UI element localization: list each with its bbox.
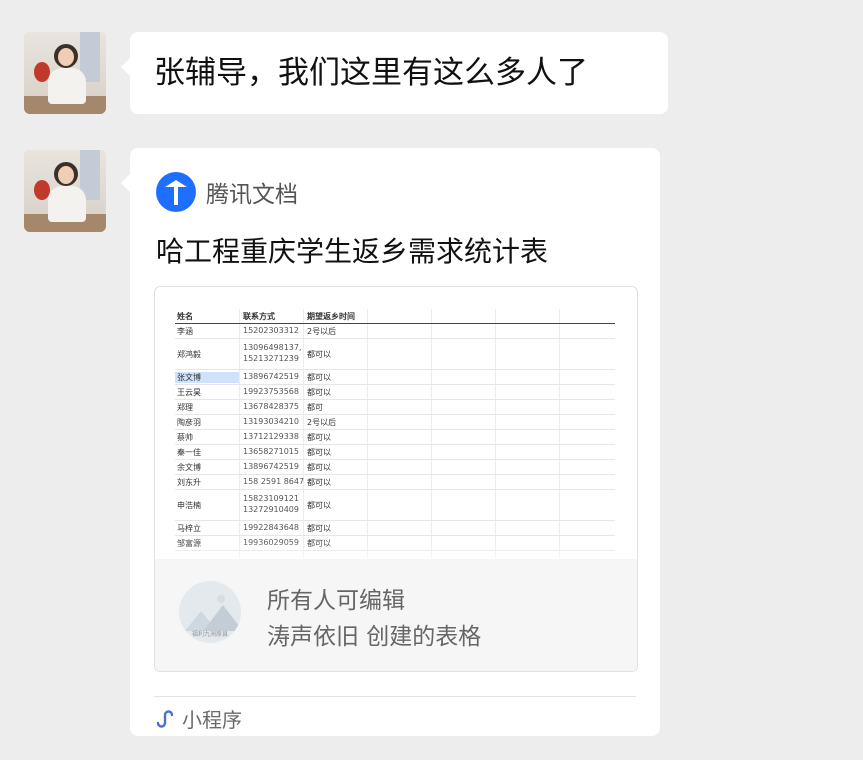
sheet-name-cell: 李涵 bbox=[177, 327, 193, 336]
sheet-time-cell: 都可以 bbox=[307, 373, 331, 382]
sheet-name-cell: 申浩楠 bbox=[177, 501, 201, 510]
sheet-name-cell: 刘东升 bbox=[177, 478, 201, 487]
sheet-header-cell: 姓名 bbox=[177, 312, 193, 321]
sheet-row: 申浩楠 15823109121 13272910409 都可以 bbox=[175, 490, 615, 521]
sender-avatar[interactable] bbox=[24, 32, 106, 114]
sheet-time-cell: 都可以 bbox=[307, 478, 331, 487]
sheet-row: 余文博 13896742519 都可以 bbox=[175, 460, 615, 475]
sheet-name-cell: 余文博 bbox=[177, 463, 201, 472]
sheet-time-cell: 都可以 bbox=[307, 433, 331, 442]
card-title: 哈工程重庆学生返乡需求统计表 bbox=[156, 235, 549, 268]
sheet-phone-cell: 19922843648 bbox=[243, 523, 299, 532]
sheet-header-cell: 联系方式 bbox=[243, 312, 275, 321]
sheet-phone-cell: 13896742519 bbox=[243, 372, 299, 381]
sheet-name-cell: 郑理 bbox=[177, 403, 193, 412]
sheet-row: 陶彦羽 13193034210 2号以后 bbox=[175, 415, 615, 430]
sheet-row: 张文博 13896742519 都可以 bbox=[175, 370, 615, 385]
sheet-phone-cell: 13096498137, 15213271239 bbox=[243, 343, 302, 363]
sheet-time-cell: 都可以 bbox=[307, 350, 331, 359]
sheet-row: 郑理 13678428375 都可 bbox=[175, 400, 615, 415]
sheet-row: 刘东升 158 2591 8647 都可以 bbox=[175, 475, 615, 490]
sheet-phone-cell: 15823109121 13272910409 bbox=[243, 494, 299, 514]
card-header: 腾讯文档 bbox=[156, 172, 298, 212]
sheet-name-cell: 秦一佳 bbox=[177, 448, 201, 457]
shared-doc-card[interactable]: 腾讯文档 哈工程重庆学生返乡需求统计表 姓名 联系方式 期望返乡时间 李涵 152… bbox=[121, 148, 660, 736]
sheet-name-cell: 王云昊 bbox=[177, 388, 201, 397]
sheet-phone-cell: 13658271015 bbox=[243, 447, 299, 456]
doc-creator: 涛声依旧 创建的表格 bbox=[267, 624, 482, 650]
tencent-docs-logo-icon bbox=[156, 172, 196, 212]
sheet-time-cell: 都可以 bbox=[307, 388, 331, 397]
spreadsheet-preview: 姓名 联系方式 期望返乡时间 李涵 15202303312 2号以后 郑鸿毅 13096… bbox=[175, 309, 615, 589]
sheet-phone-cell: 15202303312 bbox=[243, 326, 299, 335]
sheet-name-cell: 陶彦羽 bbox=[177, 418, 201, 427]
sheet-time-cell: 都可 bbox=[307, 403, 323, 412]
card-divider bbox=[154, 696, 636, 697]
sheet-phone-cell: 13193034210 bbox=[243, 417, 299, 426]
sheet-row: 王云昊 19923753568 都可以 bbox=[175, 385, 615, 400]
doc-permission: 所有人可编辑 bbox=[267, 588, 405, 614]
sheet-time-cell: 2号以后 bbox=[307, 327, 337, 336]
mini-program-label: 小程序 bbox=[182, 708, 242, 732]
sheet-time-cell: 都可以 bbox=[307, 463, 331, 472]
sheet-phone-cell: 158 2591 8647 bbox=[243, 477, 305, 486]
message-text: 张辅导，我们这里有这么多人了 bbox=[154, 55, 588, 91]
sheet-phone-cell: 13678428375 bbox=[243, 402, 299, 411]
sheet-time-cell: 都可以 bbox=[307, 501, 331, 510]
card-source-name: 腾讯文档 bbox=[206, 182, 298, 208]
doc-info-panel: 福利九洲原县 所有人可编辑 涛声依旧 创建的表格 bbox=[155, 559, 637, 671]
sheet-header-cell: 期望返乡时间 bbox=[307, 312, 355, 321]
doc-preview[interactable]: 姓名 联系方式 期望返乡时间 李涵 15202303312 2号以后 郑鸿毅 13096… bbox=[154, 286, 638, 672]
sheet-phone-cell: 19923753568 bbox=[243, 387, 299, 396]
sheet-row: 秦一佳 13658271015 都可以 bbox=[175, 445, 615, 460]
sheet-name-cell: 张文博 bbox=[175, 372, 239, 383]
sheet-phone-cell: 13896742519 bbox=[243, 462, 299, 471]
thumbnail-caption: 福利九洲原县 bbox=[191, 631, 228, 638]
sheet-header-row: 姓名 联系方式 期望返乡时间 bbox=[175, 309, 615, 324]
mini-program-footer[interactable]: 小程序 bbox=[154, 704, 242, 733]
sheet-phone-cell: 13712129338 bbox=[243, 432, 299, 441]
sheet-name-cell: 马梓立 bbox=[177, 524, 201, 533]
sheet-row: 蔡帅 13712129338 都可以 bbox=[175, 430, 615, 445]
mini-program-icon bbox=[156, 709, 174, 728]
sheet-row: 李涵 15202303312 2号以后 bbox=[175, 324, 615, 339]
sheet-time-cell: 都可以 bbox=[307, 448, 331, 457]
sender-avatar[interactable] bbox=[24, 150, 106, 232]
sheet-name-cell: 郑鸿毅 bbox=[177, 350, 201, 359]
sheet-row: 马梓立 19922843648 都可以 bbox=[175, 521, 615, 536]
sheet-time-cell: 2号以后 bbox=[307, 418, 337, 427]
sheet-name-cell: 蔡帅 bbox=[177, 433, 193, 442]
doc-thumbnail: 福利九洲原县 bbox=[179, 581, 241, 643]
message-bubble[interactable]: 张辅导，我们这里有这么多人了 bbox=[121, 32, 668, 114]
sheet-row: 郑鸿毅 13096498137, 15213271239 都可以 bbox=[175, 339, 615, 370]
sheet-time-cell: 都可以 bbox=[307, 524, 331, 533]
